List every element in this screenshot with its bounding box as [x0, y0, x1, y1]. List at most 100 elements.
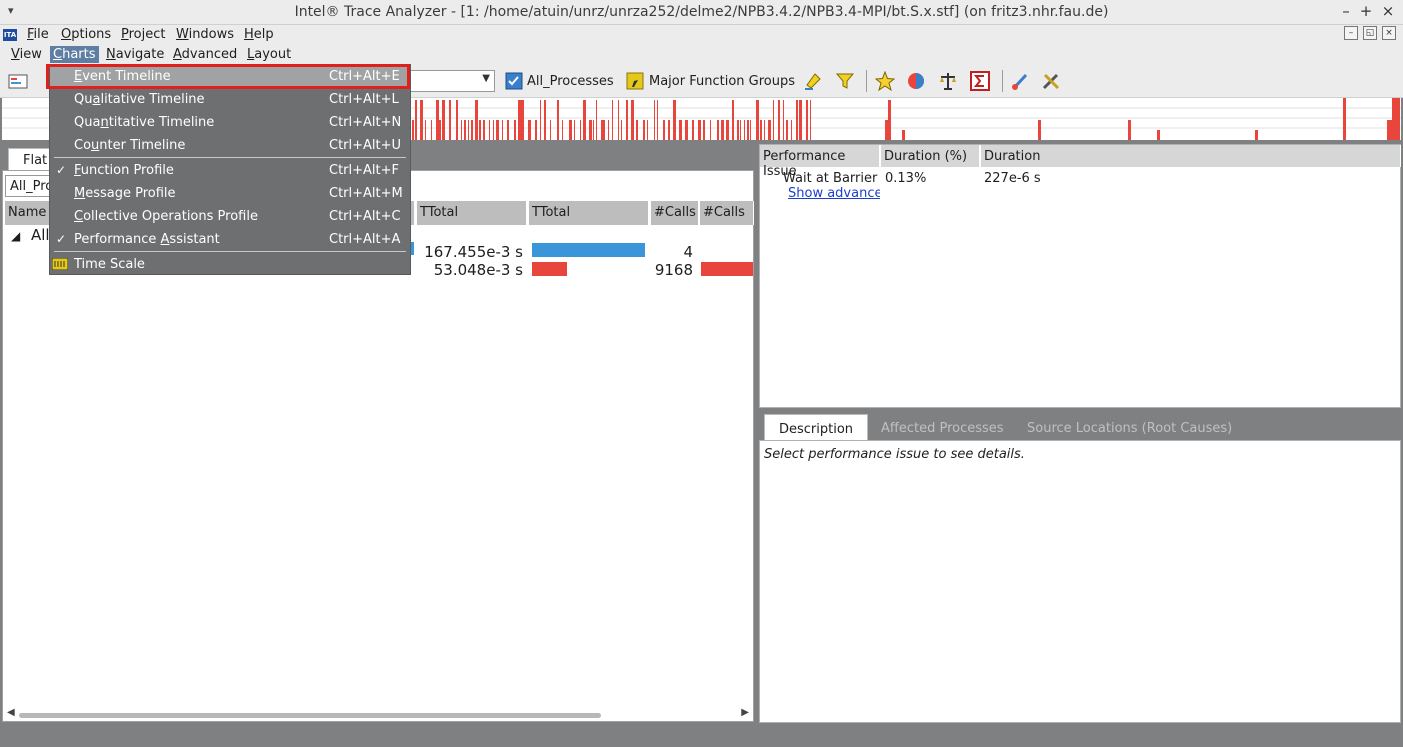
timeline-event-bar: [732, 100, 734, 140]
menu-charts[interactable]: Charts: [50, 46, 99, 63]
timeline-event-bar: [449, 100, 451, 140]
timeline-event-bar: [1255, 130, 1258, 140]
timeline-event-bar: [740, 120, 741, 140]
timeline-event-bar: [643, 120, 645, 140]
menuitem-message-profile[interactable]: Message Profile Ctrl+Alt+M: [50, 182, 410, 205]
menuitem-time-scale[interactable]: Time Scale: [50, 253, 410, 276]
column-ttotal[interactable]: TTotal: [417, 201, 527, 225]
timeline-event-bar: [647, 120, 648, 140]
timeline-event-bar: [618, 100, 619, 140]
timeline-event-bar: [791, 120, 792, 140]
timeline-event-bar: [663, 120, 665, 140]
tab-description[interactable]: Description: [764, 414, 869, 440]
column-calls[interactable]: #Calls: [651, 201, 699, 225]
tools-icon[interactable]: [1041, 71, 1061, 91]
horizontal-scrollbar[interactable]: ◀ ▶: [7, 707, 749, 721]
timeline-event-bar: [608, 120, 609, 140]
timeline-event-bar: [593, 120, 594, 140]
detail-tabs: Description Affected Processes Source Lo…: [759, 414, 1401, 440]
column-duration[interactable]: Duration: [981, 145, 1401, 167]
processes-icon[interactable]: [504, 71, 524, 91]
tree-root-label[interactable]: All: [31, 226, 50, 244]
menu-help[interactable]: Help: [241, 27, 277, 42]
timeline-event-bar: [583, 100, 586, 140]
scrollbar-thumb[interactable]: [19, 713, 601, 718]
toolbar-separator: [866, 70, 867, 92]
timeline-event-bar: [698, 120, 701, 140]
timeline-event-bar: [888, 100, 891, 140]
show-advanced-link[interactable]: Show advanced: [788, 186, 880, 201]
timeline-event-bar: [885, 120, 888, 140]
function-groups-label[interactable]: Major Function Groups: [649, 74, 795, 89]
mdi-restore-button[interactable]: ◱: [1363, 26, 1377, 40]
menuitem-performance-assistant[interactable]: ✓ Performance Assistant Ctrl+Alt+A: [50, 228, 410, 251]
filter-icon[interactable]: [835, 71, 855, 91]
menuitem-qualitative-timeline[interactable]: Qualitative Timeline Ctrl+Alt+L: [50, 88, 410, 111]
menu-windows[interactable]: Windows: [173, 27, 237, 42]
timeline-event-bar: [425, 120, 426, 140]
menu-advanced[interactable]: Advanced: [170, 47, 240, 62]
calls-value: 9168: [654, 261, 693, 279]
scroll-left-icon[interactable]: ◀: [7, 707, 15, 718]
menu-navigate[interactable]: Navigate: [103, 47, 167, 62]
timeline-event-bar: [489, 120, 490, 140]
balance-icon[interactable]: [938, 71, 958, 91]
menuitem-quantitative-timeline[interactable]: Quantitative Timeline Ctrl+Alt+N: [50, 111, 410, 134]
timeline-event-bar: [540, 100, 541, 140]
tab-source-locations[interactable]: Source Locations (Root Causes): [1013, 414, 1246, 440]
tab-flat[interactable]: Flat: [8, 148, 52, 170]
sum-icon[interactable]: [970, 71, 990, 91]
ttotal-value: 167.455e-3 s: [424, 243, 523, 261]
column-performance-issue[interactable]: Performance Issue: [760, 145, 880, 179]
timeline-event-bar: [692, 120, 694, 140]
minimize-button[interactable]: –: [1337, 2, 1355, 20]
timeline-event-bar: [431, 120, 432, 140]
timeline-event-bar: [747, 120, 749, 140]
column-duration-percent[interactable]: Duration (%): [881, 145, 980, 167]
menu-view[interactable]: View: [8, 47, 45, 62]
chart-icon[interactable]: [8, 71, 28, 91]
column-ttotal-bar[interactable]: TTotal: [529, 201, 649, 225]
timeline-event-bar: [436, 100, 439, 140]
timeline-event-bar: [483, 120, 485, 140]
calls-bar: [701, 262, 753, 276]
menuitem-collective-operations-profile[interactable]: Collective Operations Profile Ctrl+Alt+C: [50, 205, 410, 228]
check-icon: ✓: [56, 163, 67, 177]
column-calls-bar[interactable]: #Calls: [700, 201, 754, 225]
scroll-right-icon[interactable]: ▶: [741, 707, 749, 718]
function-groups-icon[interactable]: [625, 71, 645, 91]
timeline-event-bar: [737, 120, 739, 140]
collapse-triangle-icon[interactable]: ◢: [11, 229, 20, 243]
timeline-event-bar: [668, 120, 670, 140]
timeline-event-bar: [764, 120, 765, 140]
description-placeholder: Select performance issue to see details.: [764, 447, 1025, 462]
timeline-event-bar: [468, 120, 469, 140]
timeline-event-bar: [631, 100, 634, 140]
compare-icon[interactable]: [906, 71, 926, 91]
menuitem-function-profile[interactable]: ✓ Function Profile Ctrl+Alt+F: [50, 159, 410, 182]
highlight-icon[interactable]: [803, 71, 823, 91]
timeline-event-bar: [521, 100, 524, 140]
timeline-event-bar: [1157, 130, 1160, 140]
timeline-event-bar: [464, 120, 466, 140]
maximize-button[interactable]: +: [1357, 2, 1375, 20]
mdi-close-button[interactable]: ×: [1382, 26, 1396, 40]
menu-layout[interactable]: Layout: [244, 47, 294, 62]
timeline-event-bar: [420, 100, 423, 140]
time-scale-icon: [52, 258, 68, 270]
ttotal-value: 53.048e-3 s: [433, 261, 523, 279]
mdi-minimize-button[interactable]: –: [1344, 26, 1358, 40]
menu-file[interactable]: File: [24, 27, 52, 42]
menuitem-counter-timeline[interactable]: Counter Timeline Ctrl+Alt+U: [50, 134, 410, 157]
menu-project[interactable]: Project: [118, 27, 169, 42]
settings-brush-icon[interactable]: [1010, 71, 1030, 91]
menu-options[interactable]: Options: [58, 27, 114, 42]
tab-affected-processes[interactable]: Affected Processes: [867, 414, 1018, 440]
timeline-event-bar: [726, 120, 729, 140]
processes-label[interactable]: All_Processes: [527, 74, 614, 89]
close-button[interactable]: ×: [1379, 2, 1397, 20]
timeline-event-bar: [685, 120, 688, 140]
timeline-event-bar: [717, 120, 719, 140]
timeline-event-bar: [596, 100, 597, 140]
star-icon[interactable]: [875, 71, 895, 91]
